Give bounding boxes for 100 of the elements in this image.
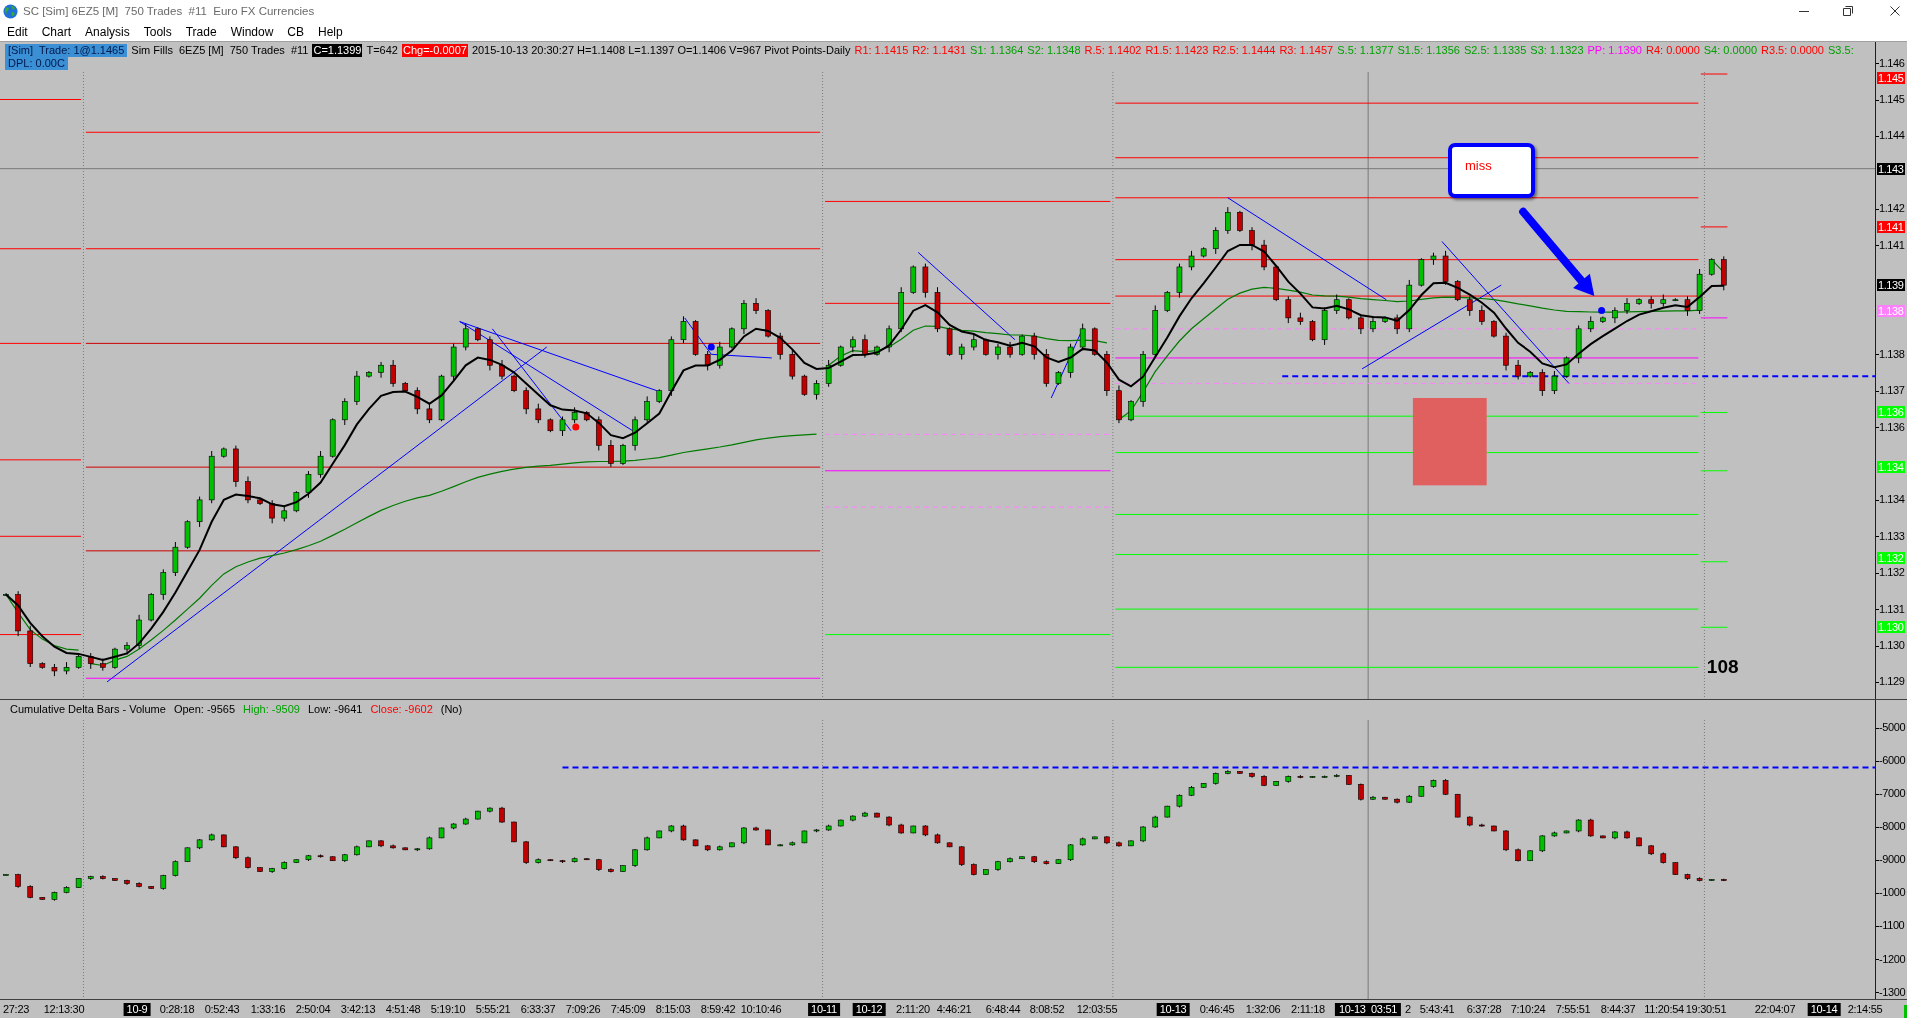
date-axis-label: 10-14 bbox=[1807, 1003, 1841, 1016]
menu-item[interactable]: Window bbox=[223, 23, 281, 40]
minimize-icon bbox=[1799, 10, 1809, 12]
indicator-header-text: Low: -9641 bbox=[307, 703, 363, 716]
time-axis-label: 8:44:37 bbox=[1600, 1003, 1636, 1016]
time-axis-label: 27:23 bbox=[3, 1003, 29, 1016]
time-axis-label: 11:20:54 bbox=[1644, 1003, 1684, 1016]
date-axis-label: 10-12 bbox=[852, 1003, 886, 1016]
axis-value-label: 1.145 bbox=[1879, 93, 1905, 106]
axis-value-label: 1.130 bbox=[1879, 639, 1905, 652]
axis-tick bbox=[1876, 572, 1879, 574]
time-axis-label: 2:11:18 bbox=[1291, 1003, 1325, 1016]
globe-icon bbox=[3, 3, 18, 19]
pivot-level-text: S1.5: 1.1356 bbox=[1397, 44, 1460, 57]
axis-value-label: -1300 bbox=[1879, 985, 1906, 999]
axis-value-label: 1.136 bbox=[1879, 420, 1905, 434]
price-marker-label: 1.138 bbox=[1877, 304, 1905, 317]
axis-tick bbox=[1876, 826, 1879, 828]
axis-tick bbox=[1876, 536, 1879, 538]
time-axis-label: 10:10:46 bbox=[740, 1003, 782, 1016]
pivot-level-text: R2.5: 1.1444 bbox=[1212, 44, 1276, 57]
axis-tick bbox=[1876, 245, 1879, 247]
close-icon bbox=[1890, 6, 1900, 16]
indicator-header-text: High: -9509 bbox=[243, 703, 300, 716]
time-axis-label: 12:03:55 bbox=[1076, 1003, 1118, 1016]
time-axis-label: 22:04:07 bbox=[1754, 1003, 1796, 1016]
pivot-level-text: R3: 1.1457 bbox=[1279, 44, 1334, 57]
pivot-level-text: S3: 1.1323 bbox=[1530, 44, 1584, 57]
menu-item[interactable]: Edit bbox=[0, 23, 35, 40]
time-axis-label: 1:32:06 bbox=[1245, 1003, 1281, 1016]
axis-value-label: -6000 bbox=[1879, 754, 1906, 768]
axis-value-label: 1.134 bbox=[1879, 493, 1905, 507]
time-axis-label: 7:55:51 bbox=[1555, 1003, 1591, 1016]
pivot-level-text: R1: 1.1415 bbox=[854, 44, 909, 57]
menu-item[interactable]: Tools bbox=[136, 23, 179, 40]
price-marker-label: 1.139 bbox=[1877, 279, 1905, 291]
axis-value-label: 1.137 bbox=[1879, 384, 1905, 398]
time-axis-label: 5:55:21 bbox=[475, 1003, 511, 1016]
axis-value-label: 1.129 bbox=[1879, 675, 1905, 689]
time-axis-label: 6:48:44 bbox=[985, 1003, 1021, 1016]
pivot-level-text: S3.5: bbox=[1828, 44, 1854, 57]
date-axis-label: 10-11 bbox=[808, 1003, 840, 1016]
time-axis-label: 7:09:26 bbox=[565, 1003, 601, 1016]
trading-status-label: [Sim] Trade: 1@1.1465 bbox=[5, 44, 128, 57]
indicator-header-text: Cumulative Delta Bars - Volume bbox=[10, 703, 166, 716]
time-axis-label: 2:14:55 bbox=[1847, 1003, 1883, 1016]
pivot-level-text: PP: 1.1390 bbox=[1587, 44, 1642, 57]
pivot-level-text: R1.5: 1.1423 bbox=[1145, 44, 1209, 57]
menu-item[interactable]: CB bbox=[280, 23, 311, 40]
axis-value-label: 1.142 bbox=[1879, 202, 1905, 216]
chart-info-text: 2015-10-13 20:30:27 H=1.1408 L=1.1397 O=1.1406 V=967 Pivot Points-Daily bbox=[471, 44, 851, 57]
status-indicator-icon bbox=[1904, 1005, 1907, 1018]
time-axis-label: 8:08:52 bbox=[1029, 1003, 1065, 1016]
axis-tick bbox=[1876, 390, 1879, 392]
axis-tick bbox=[1876, 609, 1879, 611]
axis-value-label: -9000 bbox=[1879, 853, 1906, 867]
time-axis-label: 6:33:37 bbox=[520, 1003, 556, 1016]
axis-value-label: -1100 bbox=[1879, 919, 1905, 933]
price-marker-label: 1.145 bbox=[1877, 71, 1905, 84]
time-axis-label: 4:46:21 bbox=[936, 1003, 972, 1016]
menu-item[interactable]: Trade bbox=[178, 23, 224, 40]
menu-item[interactable]: Analysis bbox=[78, 23, 137, 40]
indicator-header-text: (No) bbox=[440, 703, 463, 716]
date-axis-label: 10-9 bbox=[123, 1003, 151, 1016]
time-axis-label: 7:45:09 bbox=[610, 1003, 646, 1016]
axis-value-label: 1.133 bbox=[1879, 529, 1905, 543]
axis-value-label: 1.132 bbox=[1879, 566, 1905, 580]
time-axis-label: 19:30:51 bbox=[1685, 1003, 1727, 1016]
chart-info-text: T=642 bbox=[366, 44, 398, 57]
axis-tick bbox=[1876, 681, 1879, 683]
axis-value-label: -7000 bbox=[1879, 787, 1906, 801]
axis-value-label: 1.138 bbox=[1879, 347, 1905, 361]
date-axis-label: 10-13 bbox=[1156, 1003, 1190, 1016]
axis-value-label: 1.131 bbox=[1879, 602, 1905, 616]
axis-value-label: -1200 bbox=[1879, 952, 1906, 966]
axis-tick bbox=[1876, 760, 1879, 762]
restore-icon bbox=[1843, 6, 1853, 16]
menu-item[interactable]: Chart bbox=[34, 23, 79, 40]
pivot-level-text: S.5: 1.1377 bbox=[1337, 44, 1394, 57]
axis-tick bbox=[1876, 992, 1879, 994]
axis-value-label: -8000 bbox=[1879, 820, 1906, 834]
price-change-label: Chg=-0.0007 bbox=[401, 44, 468, 57]
time-axis-label: 1:33:16 bbox=[250, 1003, 286, 1016]
axis-value-label: 1.144 bbox=[1879, 129, 1905, 143]
price-marker-label: 1.134 bbox=[1877, 461, 1905, 473]
time-axis-label: 2:11:20 bbox=[896, 1003, 930, 1016]
bar-countdown-text: 108 bbox=[1706, 656, 1739, 679]
axis-tick bbox=[1876, 135, 1879, 137]
pivot-level-text: R4: 0.0000 bbox=[1645, 44, 1700, 57]
indicator-header-text: Open: -9565 bbox=[173, 703, 236, 716]
price-marker-label: 1.143 bbox=[1877, 162, 1905, 175]
trading-status-label: DPL: 0.00C bbox=[5, 57, 68, 70]
price-marker-label: 1.141 bbox=[1877, 220, 1905, 233]
menu-item[interactable]: Help bbox=[311, 23, 350, 40]
axis-tick bbox=[1876, 925, 1879, 927]
pivot-level-text: R2: 1.1431 bbox=[912, 44, 967, 57]
time-axis-label: 12:13:30 bbox=[43, 1003, 85, 1016]
axis-tick bbox=[1876, 859, 1879, 861]
indicator-header-text: Close: -9602 bbox=[370, 703, 433, 716]
time-axis-label: 7:10:24 bbox=[1510, 1003, 1546, 1016]
